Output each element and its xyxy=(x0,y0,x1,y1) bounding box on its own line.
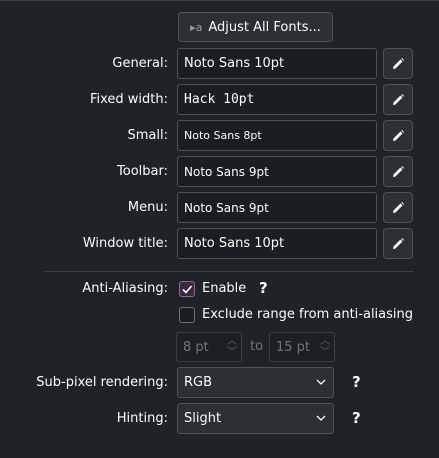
hinting-combo[interactable]: Slight xyxy=(177,403,334,434)
exclude-from-spinbox[interactable]: 8 pt ︿ ﹀ xyxy=(176,332,242,362)
window-title-font-value: Noto Sans 10pt xyxy=(184,236,285,251)
fixed-width-font-field[interactable]: Hack 10pt xyxy=(177,84,377,115)
antialiasing-help-icon[interactable]: ? xyxy=(259,279,268,297)
exclude-to-spinbox[interactable]: 15 pt ︿ ﹀ xyxy=(269,332,335,362)
chevron-down-icon xyxy=(316,415,326,421)
enable-antialiasing-checkbox[interactable] xyxy=(179,281,195,297)
general-font-field[interactable]: Noto Sans 10pt xyxy=(177,48,377,79)
fixed-width-edit-button[interactable] xyxy=(383,84,413,115)
small-font-field[interactable]: Noto Sans 8pt xyxy=(177,120,377,151)
small-label: Small: xyxy=(127,128,169,143)
exclude-range-checkbox[interactable] xyxy=(179,307,195,323)
small-edit-button[interactable] xyxy=(383,120,413,151)
exclude-range-label[interactable]: Exclude range from anti-aliasing xyxy=(202,307,413,322)
menu-font-value: Noto Sans 9pt xyxy=(184,200,269,215)
window-title-label: Window title: xyxy=(82,236,168,251)
adjust-all-fonts-button[interactable]: ▸a Adjust All Fonts... xyxy=(178,12,333,42)
menu-font-field[interactable]: Noto Sans 9pt xyxy=(177,192,377,223)
pencil-icon xyxy=(393,93,404,105)
pencil-icon xyxy=(393,237,404,249)
exclude-from-value: 8 pt xyxy=(183,339,209,355)
subpixel-rendering-label: Sub-pixel rendering: xyxy=(36,375,168,390)
adjust-all-fonts-label: Adjust All Fonts... xyxy=(208,19,321,35)
fixed-width-font-value: Hack 10pt xyxy=(184,92,255,107)
section-divider xyxy=(45,271,414,272)
checkmark-icon xyxy=(182,285,193,294)
spin-arrows-icon: ︿ ﹀ xyxy=(227,336,237,358)
anti-aliasing-label: Anti-Aliasing: xyxy=(82,281,168,296)
subpixel-help-icon[interactable]: ? xyxy=(352,373,361,391)
pencil-icon xyxy=(393,57,404,69)
toolbar-font-value: Noto Sans 9pt xyxy=(184,164,269,179)
top-divider xyxy=(0,0,439,1)
general-font-value: Noto Sans 10pt xyxy=(184,56,285,71)
menu-edit-button[interactable] xyxy=(383,192,413,223)
window-title-font-field[interactable]: Noto Sans 10pt xyxy=(177,228,377,259)
subpixel-rendering-combo[interactable]: RGB xyxy=(177,367,334,398)
spin-arrows-icon: ︿ ﹀ xyxy=(320,336,330,358)
enable-antialiasing-label[interactable]: Enable xyxy=(202,281,246,296)
general-edit-button[interactable] xyxy=(383,48,413,79)
menu-label: Menu: xyxy=(127,200,168,215)
toolbar-label: Toolbar: xyxy=(117,164,168,179)
exclude-to-value: 15 pt xyxy=(276,339,311,355)
small-font-value: Noto Sans 8pt xyxy=(184,129,262,142)
pencil-icon xyxy=(393,201,404,213)
range-to-label: to xyxy=(250,339,264,354)
toolbar-font-field[interactable]: Noto Sans 9pt xyxy=(177,156,377,187)
hinting-help-icon[interactable]: ? xyxy=(352,409,361,427)
hinting-label: Hinting: xyxy=(116,411,168,426)
toolbar-edit-button[interactable] xyxy=(383,156,413,187)
pencil-icon xyxy=(393,165,404,177)
subpixel-rendering-value: RGB xyxy=(184,375,213,390)
font-adjust-icon: ▸a xyxy=(190,20,203,34)
fixed-width-label: Fixed width: xyxy=(89,92,168,107)
window-title-edit-button[interactable] xyxy=(383,228,413,259)
pencil-icon xyxy=(393,129,404,141)
general-label: General: xyxy=(112,56,168,71)
hinting-value: Slight xyxy=(184,411,222,426)
chevron-down-icon xyxy=(316,379,326,385)
